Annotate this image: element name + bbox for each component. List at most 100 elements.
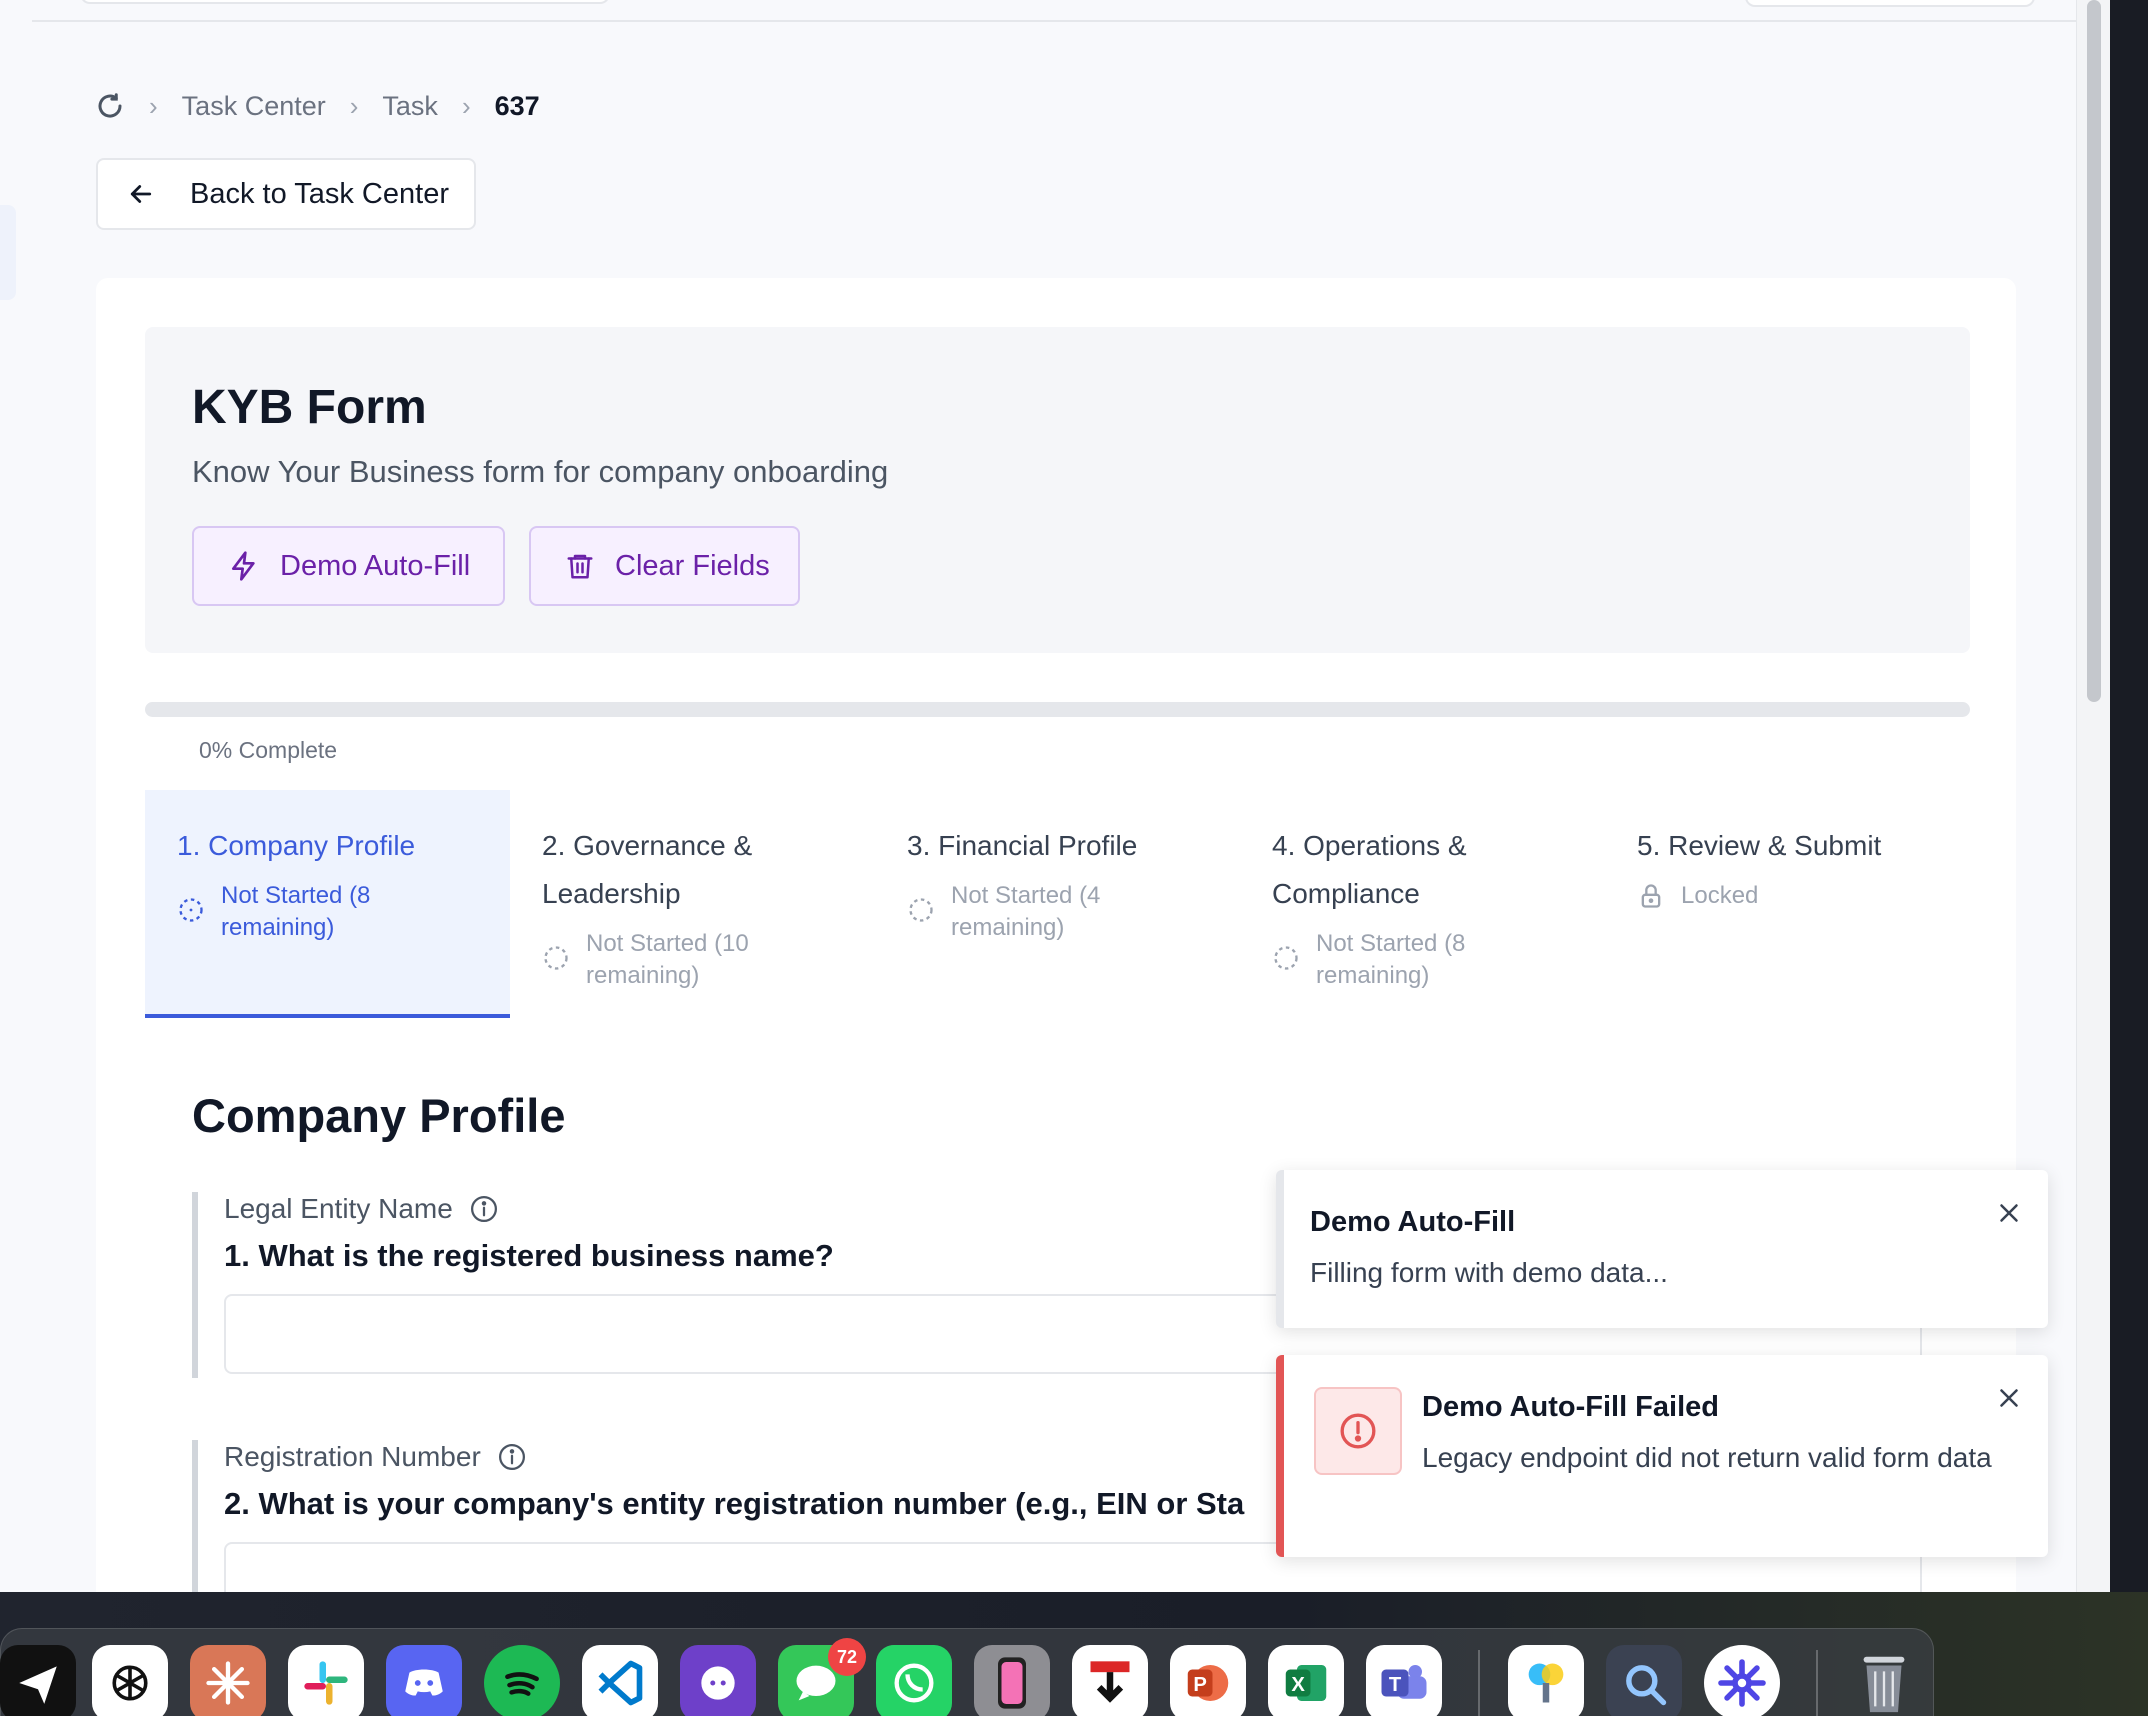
step-tab-operations-compliance[interactable]: 4. Operations & Compliance Not Started (… (1240, 790, 1605, 1018)
send-icon (19, 1666, 57, 1704)
preview-icon[interactable] (1606, 1645, 1682, 1716)
step-tab-review-submit[interactable]: 5. Review & Submit Locked (1605, 790, 1970, 1018)
top-right-control[interactable] (1745, 0, 2035, 7)
close-icon[interactable] (1994, 1383, 2024, 1413)
app-icon[interactable] (0, 1645, 76, 1716)
svg-text:X: X (1291, 1674, 1305, 1696)
demo-auto-fill-button[interactable]: Demo Auto-Fill (192, 526, 505, 606)
passwords-icon[interactable] (1508, 1645, 1584, 1716)
toast-title: Demo Auto-Fill (1310, 1206, 1516, 1238)
demo-auto-fill-label: Demo Auto-Fill (280, 549, 471, 582)
step-status: Not Started (8 remaining) (221, 882, 371, 941)
top-search-input[interactable] (80, 0, 610, 4)
step-title: 2. Governance & Leadership (542, 830, 753, 909)
asterisk-app-icon[interactable] (1704, 1645, 1780, 1716)
powerpoint-icon[interactable]: P (1170, 1645, 1246, 1716)
claude-icon[interactable] (190, 1645, 266, 1716)
chevron-right-icon: › (149, 90, 158, 121)
vscode-icon[interactable] (582, 1645, 658, 1716)
step-tab-financial-profile[interactable]: 3. Financial Profile Not Started (4 rema… (875, 790, 1240, 1018)
spotify-waves-icon (505, 1672, 539, 1696)
teams-icon[interactable]: T (1366, 1645, 1442, 1716)
key-icon (1528, 1663, 1564, 1703)
dock-separator (1816, 1650, 1818, 1716)
step-title: 4. Operations & Compliance (1272, 830, 1467, 909)
chevron-right-icon: › (349, 90, 359, 121)
discord-icon[interactable] (386, 1645, 462, 1716)
step-status: Locked (1681, 882, 1759, 909)
downloader-icon[interactable] (1072, 1645, 1148, 1716)
info-icon[interactable] (469, 1194, 499, 1224)
trash-bin-icon[interactable] (1846, 1645, 1922, 1716)
progress-label: 0% Complete (199, 737, 338, 763)
svg-text:P: P (1193, 1674, 1207, 1696)
form-subtitle: Know Your Business form for company onbo… (192, 454, 889, 489)
breadcrumb-task[interactable]: Task (382, 91, 438, 122)
clear-fields-button[interactable]: Clear Fields (529, 526, 800, 606)
not-started-icon (544, 946, 568, 970)
trash-icon (567, 554, 593, 579)
back-to-task-center-button[interactable]: Back to Task Center (96, 158, 476, 230)
arrow-left-icon (130, 185, 152, 203)
step-tab-governance-leadership[interactable]: 2. Governance & Leadership Not Started (… (510, 790, 875, 1018)
excel-logo-icon: X (1285, 1665, 1327, 1701)
toast-message: Filling form with demo data... (1310, 1257, 1668, 1288)
form-title: KYB Form (192, 381, 427, 434)
not-started-icon (1274, 946, 1298, 970)
info-icon[interactable] (497, 1442, 527, 1472)
trash-can-icon (1863, 1656, 1905, 1713)
loading-circle-icon[interactable] (95, 91, 125, 121)
toast-title: Demo Auto-Fill Failed (1422, 1391, 1719, 1423)
whatsapp-icon[interactable] (876, 1645, 952, 1716)
dock-separator (1478, 1650, 1480, 1716)
chevron-right-icon: › (461, 90, 471, 121)
slack-icon[interactable] (288, 1645, 364, 1716)
iphone-mirroring-icon[interactable] (974, 1645, 1050, 1716)
download-arrow-icon (1090, 1661, 1130, 1703)
messages-badge: 72 (828, 1638, 866, 1676)
toast-message: Legacy endpoint did not return valid for… (1422, 1442, 1992, 1473)
phone-bubble-icon (894, 1663, 934, 1703)
github-desktop-icon[interactable] (680, 1645, 756, 1716)
step-tab-company-profile[interactable]: 1. Company Profile Not Started (8 remain… (145, 790, 510, 1018)
back-button-label: Back to Task Center (190, 177, 449, 210)
scrollbar-thumb[interactable] (2087, 0, 2101, 702)
svg-text:T: T (1389, 1674, 1402, 1696)
not-started-icon (179, 898, 203, 922)
step-title: 3. Financial Profile (907, 830, 1138, 861)
sidebar-edge[interactable] (0, 205, 16, 300)
chatgpt-icon[interactable] (92, 1645, 168, 1716)
top-divider (32, 20, 2082, 22)
starburst-icon (206, 1661, 250, 1705)
discord-logo-icon (405, 1669, 443, 1696)
question-label: Legal Entity Name (224, 1193, 453, 1224)
progress-bar (145, 702, 1970, 717)
section-title: Company Profile (192, 1089, 566, 1142)
app-window: › Task Center › Task › 637 Back to Task … (0, 0, 2110, 1592)
lock-icon (1641, 884, 1661, 908)
spotify-icon[interactable] (484, 1645, 560, 1716)
step-status: Not Started (8 remaining) (1316, 930, 1466, 989)
excel-icon[interactable]: X (1268, 1645, 1344, 1716)
breadcrumb: › Task Center › Task › 637 (95, 88, 540, 124)
vscode-logo-icon (598, 1660, 643, 1706)
breadcrumb-current: 637 (494, 90, 540, 121)
github-cat-icon (701, 1666, 735, 1700)
asterisk-icon (1718, 1659, 1766, 1707)
step-title: 1. Company Profile (177, 830, 416, 861)
step-status: Not Started (4 remaining) (951, 882, 1101, 941)
toast-demo-auto-fill: Demo Auto-Fill Filling form with demo da… (1276, 1170, 2048, 1328)
error-icon-box (1314, 1387, 1402, 1475)
lightning-icon (232, 551, 255, 581)
openai-knot-icon (112, 1665, 148, 1701)
phone-icon (998, 1657, 1026, 1709)
close-icon[interactable] (1994, 1198, 2024, 1228)
clear-fields-label: Clear Fields (615, 549, 770, 582)
step-status: Not Started (10 remaining) (586, 930, 749, 989)
magnifier-icon (1626, 1665, 1667, 1706)
breadcrumb-task-center[interactable]: Task Center (182, 91, 326, 122)
desktop-background (2110, 0, 2148, 1625)
powerpoint-logo-icon: P (1187, 1665, 1229, 1701)
question-label: Registration Number (224, 1441, 481, 1472)
teams-logo-icon: T (1381, 1665, 1427, 1699)
